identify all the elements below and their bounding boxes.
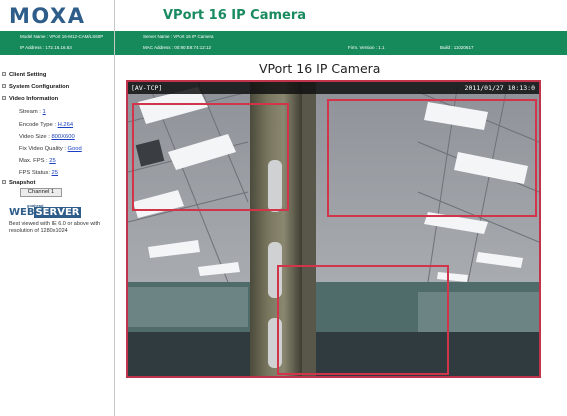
nav-label: Video Information	[9, 96, 59, 102]
sidebar-divider	[114, 0, 115, 416]
square-bullet-icon	[2, 84, 6, 88]
model-name: Model Name : VPort 16-M12-CAM/LS60P	[20, 34, 104, 39]
mac-address: MAC Address : 00:90:E8:74:12:12	[143, 45, 212, 50]
device-info-bar: Model Name : VPort 16-M12-CAM/LS60P IP A…	[0, 31, 567, 55]
camera-view[interactable]: [AV-TCP] 2011/01/27 10:13:0	[126, 80, 541, 378]
page-title: VPort 16 IP Camera	[163, 8, 307, 23]
nav-label: Snapshot	[9, 180, 36, 186]
nav-label: Client Setting	[9, 72, 47, 78]
osd-timestamp: 2011/01/27 10:13:0	[464, 84, 535, 92]
encode-link[interactable]: H.264	[58, 122, 73, 128]
max-fps-label: Max. FPS :	[19, 158, 50, 164]
max-fps-info: Max. FPS : 25	[19, 158, 56, 164]
square-bullet-icon	[2, 180, 6, 184]
stream-info: Stream : 1	[19, 109, 46, 115]
fps-status-info: FPS Status: 25	[19, 170, 58, 176]
nav-system-configuration[interactable]: System Configuration	[2, 84, 70, 90]
max-fps-link[interactable]: 25	[49, 158, 55, 164]
square-bullet-icon	[2, 96, 6, 100]
moxa-logo: MOXA	[9, 4, 86, 28]
encode-label: Encode Type :	[19, 122, 58, 128]
webserver-text: WEBSERVER	[9, 207, 81, 218]
video-size-label: Video Size :	[19, 134, 52, 140]
video-quality-link[interactable]: Good	[68, 146, 82, 152]
best-viewed-note: Best viewed with IE 6.0 or above with re…	[9, 221, 101, 234]
goahead-webserver-logo: goahead WEBSERVER	[9, 203, 81, 218]
nav-label: System Configuration	[9, 84, 70, 90]
nav-client-setting[interactable]: Client Setting	[2, 72, 47, 78]
server-name: Server Name : VPort 16 IP Camera	[143, 34, 214, 39]
camera-feed-image	[128, 82, 539, 376]
video-quality-label: Fix Video Quality :	[19, 146, 68, 152]
encode-info: Encode Type : H.264	[19, 122, 73, 128]
fps-status-link[interactable]: 25	[52, 170, 58, 176]
osd-stream-label: [AV-TCP]	[131, 84, 163, 92]
ws-web: WEB	[9, 207, 35, 218]
fps-status-label: FPS Status:	[19, 170, 52, 176]
channel-1-button[interactable]: Channel 1	[20, 188, 62, 197]
stream-label: Stream :	[19, 109, 43, 115]
header-logo-area: MOXA	[0, 0, 114, 31]
video-size-link[interactable]: 800X600	[51, 134, 74, 140]
ws-server: SERVER	[34, 207, 81, 218]
ip-address: IP Address : 172.16.16.63	[20, 45, 72, 50]
build-number: Build : 11020617	[440, 45, 474, 50]
video-size-info: Video Size : 800X600	[19, 134, 75, 140]
camera-heading: VPort 16 IP Camera	[259, 61, 381, 76]
nav-snapshot[interactable]: Snapshot	[2, 180, 36, 186]
page: MOXA VPort 16 IP Camera Model Name : VPo…	[0, 0, 567, 416]
stream-link[interactable]: 1	[43, 109, 46, 115]
square-bullet-icon	[2, 72, 6, 76]
video-quality-info: Fix Video Quality : Good	[19, 146, 82, 152]
firmware-version: Firm. Version : 1.1	[348, 45, 385, 50]
nav-video-information[interactable]: Video Information	[2, 96, 59, 102]
